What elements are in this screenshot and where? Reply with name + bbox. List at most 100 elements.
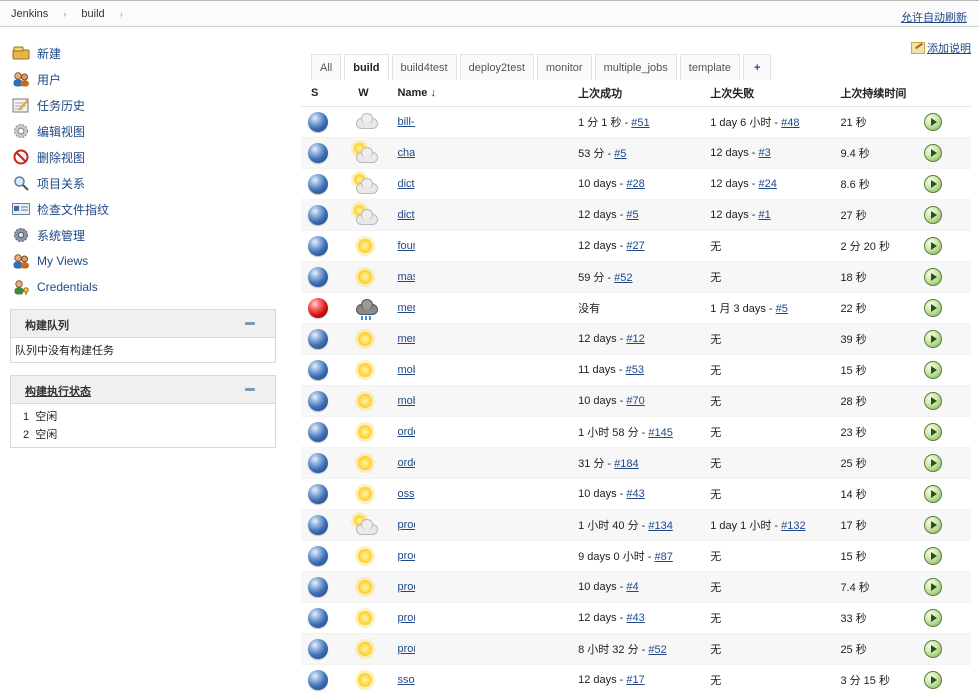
sidebar-item-edit-view[interactable]: 编辑视图 xyxy=(12,118,109,144)
sidebar-item-people[interactable]: 用户 xyxy=(12,66,109,92)
sidebar-item-relations[interactable]: 项目关系 xyxy=(12,170,109,196)
last-success-build-link[interactable]: #43 xyxy=(626,612,644,624)
tab-add-view[interactable]: + xyxy=(743,54,771,81)
last-failure-build-link[interactable]: #132 xyxy=(781,520,805,532)
minimize-icon[interactable] xyxy=(245,322,255,325)
last-success-build-link[interactable]: #43 xyxy=(626,488,644,500)
schedule-build-icon[interactable] xyxy=(924,671,942,689)
schedule-build-icon[interactable] xyxy=(924,330,942,348)
schedule-build-icon[interactable] xyxy=(924,268,942,286)
job-name-link[interactable]: proc xyxy=(397,550,415,562)
schedule-build-icon[interactable] xyxy=(924,144,942,162)
breadcrumb-jenkins[interactable]: Jenkins xyxy=(11,8,48,20)
sidebar-item-credentials[interactable]: Credentials xyxy=(12,274,109,300)
action-cell xyxy=(924,262,971,293)
job-name-link[interactable]: bill-a xyxy=(397,116,415,128)
last-success-build-link[interactable]: #28 xyxy=(626,178,644,190)
minimize-icon[interactable] xyxy=(245,388,255,391)
job-name-link[interactable]: mer xyxy=(397,302,415,314)
auto-refresh-link[interactable]: 允许自动刷新 xyxy=(901,9,967,25)
job-name-link[interactable]: pror xyxy=(397,643,415,655)
job-name-link[interactable]: mer xyxy=(397,333,415,345)
last-success-build-link[interactable]: #53 xyxy=(626,364,644,376)
status-cell xyxy=(301,510,350,541)
job-name-link[interactable]: dict xyxy=(397,178,415,190)
last-success-build-link[interactable]: #17 xyxy=(626,674,644,686)
sidebar-item-fingerprint[interactable]: 检查文件指纹 xyxy=(12,196,109,222)
column-weather[interactable]: W xyxy=(350,80,397,107)
tab-template[interactable]: template xyxy=(680,54,740,81)
last-failure-cell: 无 xyxy=(710,448,840,479)
job-name-link[interactable]: dict xyxy=(397,209,415,221)
last-success-build-link[interactable]: #184 xyxy=(614,458,638,470)
tab-all[interactable]: All xyxy=(311,54,341,81)
job-name-link[interactable]: pror xyxy=(397,612,415,624)
column-status[interactable]: S xyxy=(301,80,350,107)
schedule-build-icon[interactable] xyxy=(924,516,942,534)
schedule-build-icon[interactable] xyxy=(924,454,942,472)
last-failure-build-link[interactable]: #48 xyxy=(781,117,799,129)
last-success-build-link[interactable]: #5 xyxy=(614,148,626,160)
column-last-success[interactable]: 上次成功 xyxy=(578,80,710,107)
last-success-build-link[interactable]: #87 xyxy=(655,551,673,563)
schedule-build-icon[interactable] xyxy=(924,299,942,317)
tab-deploy2test[interactable]: deploy2test xyxy=(460,54,534,81)
job-name-link[interactable]: proc xyxy=(397,519,415,531)
sidebar-item-my-views[interactable]: My Views xyxy=(12,248,109,274)
schedule-build-icon[interactable] xyxy=(924,237,942,255)
sidebar-item-delete-view[interactable]: 删除视图 xyxy=(12,144,109,170)
job-name-link[interactable]: mob xyxy=(397,395,415,407)
schedule-build-icon[interactable] xyxy=(924,609,942,627)
column-name[interactable]: Name ↓ xyxy=(397,80,578,107)
last-success-build-link[interactable]: #145 xyxy=(648,427,672,439)
breadcrumb-build[interactable]: build xyxy=(81,8,104,20)
last-success-build-link[interactable]: #52 xyxy=(614,272,632,284)
last-success-build-link[interactable]: #52 xyxy=(648,644,666,656)
job-name-link[interactable]: orde xyxy=(397,426,415,438)
column-last-duration[interactable]: 上次持续时间 xyxy=(840,80,924,107)
schedule-build-icon[interactable] xyxy=(924,392,942,410)
last-success-build-link[interactable]: #70 xyxy=(626,395,644,407)
schedule-build-icon[interactable] xyxy=(924,423,942,441)
weather-cell xyxy=(350,200,397,231)
schedule-build-icon[interactable] xyxy=(924,113,942,131)
last-failure-build-link[interactable]: #5 xyxy=(776,303,788,315)
schedule-build-icon[interactable] xyxy=(924,175,942,193)
job-name-link[interactable]: orde xyxy=(397,457,415,469)
last-success-build-link[interactable]: #51 xyxy=(631,117,649,129)
schedule-build-icon[interactable] xyxy=(924,640,942,658)
sidebar-item-new[interactable]: 新建 xyxy=(12,40,109,66)
weather-cell xyxy=(350,417,397,448)
last-failure-build-link[interactable]: #3 xyxy=(759,147,771,159)
last-success-build-link[interactable]: #12 xyxy=(626,333,644,345)
last-success-build-link[interactable]: #27 xyxy=(626,240,644,252)
schedule-build-icon[interactable] xyxy=(924,547,942,565)
job-name-link[interactable]: mob xyxy=(397,364,415,376)
sidebar-item-manage[interactable]: 系统管理 xyxy=(12,222,109,248)
last-success-build-link[interactable]: #4 xyxy=(626,581,638,593)
schedule-build-icon[interactable] xyxy=(924,206,942,224)
job-name-link[interactable]: cha xyxy=(397,147,415,159)
job-name-link[interactable]: oss xyxy=(397,488,415,500)
add-description-link[interactable]: 添加说明 xyxy=(911,40,971,56)
tab-monitor[interactable]: monitor xyxy=(537,54,592,81)
schedule-build-icon[interactable] xyxy=(924,578,942,596)
job-name-link[interactable]: mas xyxy=(397,271,415,283)
tab-multiple-jobs[interactable]: multiple_jobs xyxy=(595,54,677,81)
status-cell xyxy=(301,603,350,634)
schedule-build-icon[interactable] xyxy=(924,485,942,503)
last-success-build-link[interactable]: #134 xyxy=(648,520,672,532)
column-last-failure[interactable]: 上次失败 xyxy=(710,80,840,107)
executor-status-title[interactable]: 构建执行状态 xyxy=(25,383,91,399)
job-name-link[interactable]: proc xyxy=(397,581,415,593)
last-failure-build-link[interactable]: #1 xyxy=(759,209,771,221)
schedule-build-icon[interactable] xyxy=(924,361,942,379)
weather-cell xyxy=(350,386,397,417)
job-name-link[interactable]: four xyxy=(397,240,415,252)
tab-build[interactable]: build xyxy=(344,54,388,81)
last-success-build-link[interactable]: #5 xyxy=(626,209,638,221)
job-name-link[interactable]: sso xyxy=(397,674,415,686)
sidebar-item-history[interactable]: 任务历史 xyxy=(12,92,109,118)
tab-build4test[interactable]: build4test xyxy=(392,54,457,81)
last-failure-build-link[interactable]: #24 xyxy=(759,178,777,190)
